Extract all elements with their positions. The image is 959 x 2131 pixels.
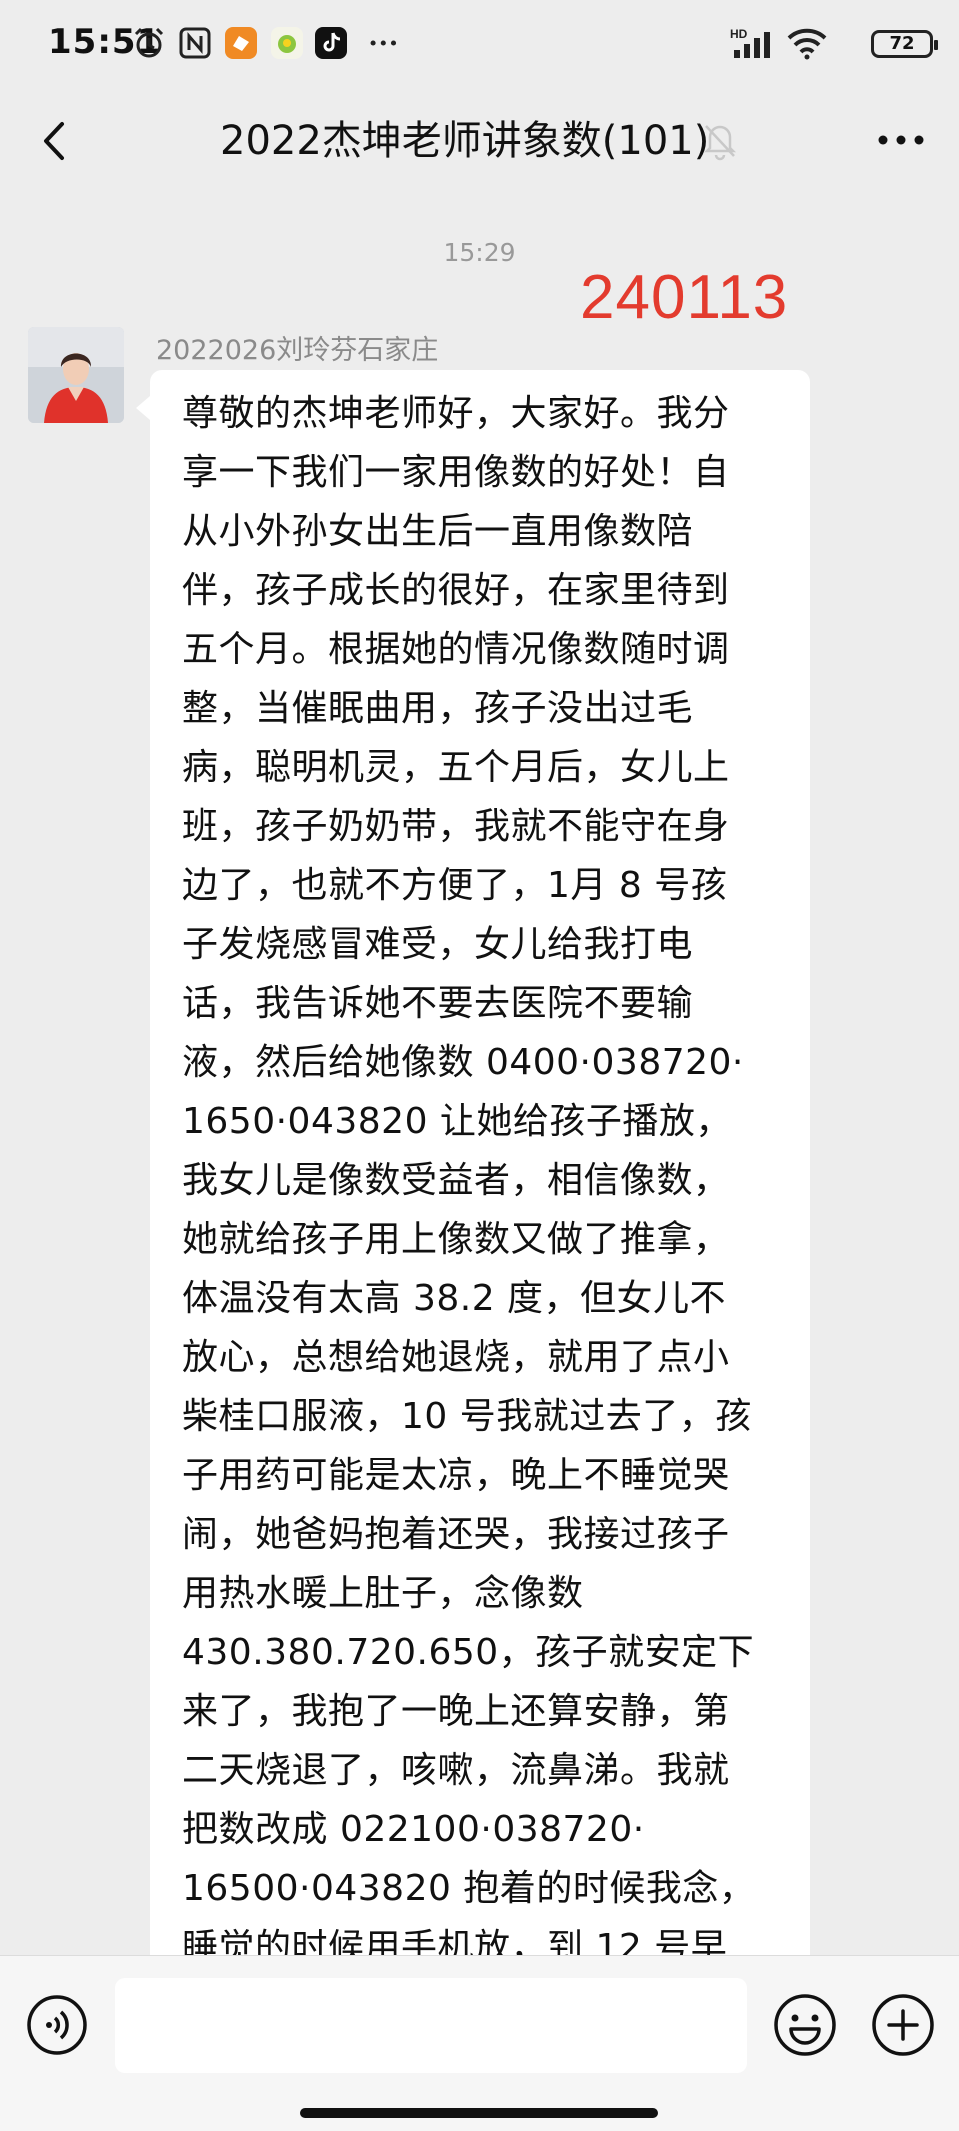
message-text-line: 1650·043820 让她给孩子播放， xyxy=(182,1101,732,1142)
message-text-line: 把数改成 022100·038720· xyxy=(182,1809,645,1850)
svg-text:HD: HD xyxy=(730,27,748,41)
message-text-line: 闹，她爸妈抱着还哭，我接过孩子 xyxy=(182,1514,730,1555)
input-bar xyxy=(0,1955,959,2131)
status-bar: 15:51 HD 72 xyxy=(0,0,959,92)
message-text-line: 二天烧退了，咳嗽，流鼻涕。我就 xyxy=(182,1750,730,1791)
chat-title: 2022杰坤老师讲象数(101) xyxy=(220,118,710,164)
message-text-line: 从小外孙女出生后一直用像数陪 xyxy=(182,511,694,552)
alarm-icon xyxy=(134,27,164,58)
message-input[interactable] xyxy=(115,1978,747,2073)
hd-signal-icon: HD xyxy=(730,27,770,58)
message-text-line: 整，当催眠曲用，孩子没出过毛 xyxy=(182,688,694,729)
wifi-icon xyxy=(787,28,827,60)
more-options-button[interactable] xyxy=(869,118,933,162)
mute-bell-icon xyxy=(703,125,737,161)
chat-messages[interactable]: 15:29 240113 2022026刘玲芬石家庄 尊敬的杰坤老师好，大家好。… xyxy=(0,190,959,1955)
message-text-line: 尊敬的杰坤老师好，大家好。我分 xyxy=(182,393,730,434)
overlay-number: 240113 xyxy=(580,263,789,332)
message-timestamp: 15:29 xyxy=(443,238,516,267)
message-text-line: 我女儿是像数受益者，相信像数， xyxy=(182,1160,730,1201)
message-text-line: 体温没有太高 38.2 度，但女儿不 xyxy=(182,1278,727,1319)
message-text-line: 430.380.720.650，孩子就安定下 xyxy=(182,1632,755,1673)
tiktok-icon xyxy=(315,27,347,59)
sender-name: 2022026刘玲芬石家庄 xyxy=(156,335,439,366)
message-text-line: 她就给孩子用上像数又做了推拿， xyxy=(182,1219,730,1260)
more-dots-icon xyxy=(370,40,397,46)
message-bubble[interactable]: 尊敬的杰坤老师好，大家好。我分 享一下我们一家用像数的好处！自 从小外孙女出生后一直… xyxy=(136,370,810,1955)
app-green-icon xyxy=(271,27,303,59)
message-text-line: 班，孩子奶奶带，我就不能守在身 xyxy=(182,806,730,847)
voice-input-button[interactable] xyxy=(26,1994,88,2056)
message-text-line: 五个月。根据她的情况像数随时调 xyxy=(182,629,730,670)
message-text-line: 放心，总想给她退烧，就用了点小 xyxy=(182,1337,730,1378)
app-orange-icon xyxy=(225,27,257,59)
message-text-line: 病，聪明机灵，五个月后，女儿上 xyxy=(182,747,730,788)
message-text-line: 伴，孩子成长的很好，在家里待到 xyxy=(182,570,730,611)
message-text-line: 边了，也就不方便了，1月 8 号孩 xyxy=(182,865,728,906)
back-button[interactable] xyxy=(28,106,84,176)
message-text-line: 用热水暖上肚子，念像数 xyxy=(182,1573,584,1614)
message-text-line: 睡觉的时候用手机放，到 12 号早 xyxy=(182,1927,728,1955)
message-text-line: 柴桂口服液，10 号我就过去了，孩 xyxy=(182,1396,752,1437)
message-text-line: 享一下我们一家用像数的好处！自 xyxy=(182,452,730,493)
home-indicator xyxy=(300,2108,658,2118)
chat-header: 2022杰坤老师讲象数(101) xyxy=(0,92,959,190)
nfc-icon xyxy=(179,27,211,59)
message-text-line: 来了，我抱了一晚上还算安静，第 xyxy=(182,1691,730,1732)
message-text-line: 子用药可能是太凉，晚上不睡觉哭 xyxy=(182,1455,730,1496)
message-text-line: 16500·043820 抱着的时候我念， xyxy=(182,1868,756,1909)
emoji-button[interactable] xyxy=(772,1992,838,2058)
plus-button[interactable] xyxy=(870,1992,936,2058)
message-text-line: 液，然后给她像数 0400·038720· xyxy=(182,1042,744,1083)
message-text-line: 子发烧感冒难受，女儿给我打电 xyxy=(182,924,694,965)
battery-icon: 72 xyxy=(871,30,938,58)
message-text-line: 话，我告诉她不要去医院不要输 xyxy=(182,983,694,1024)
avatar[interactable] xyxy=(28,327,124,423)
